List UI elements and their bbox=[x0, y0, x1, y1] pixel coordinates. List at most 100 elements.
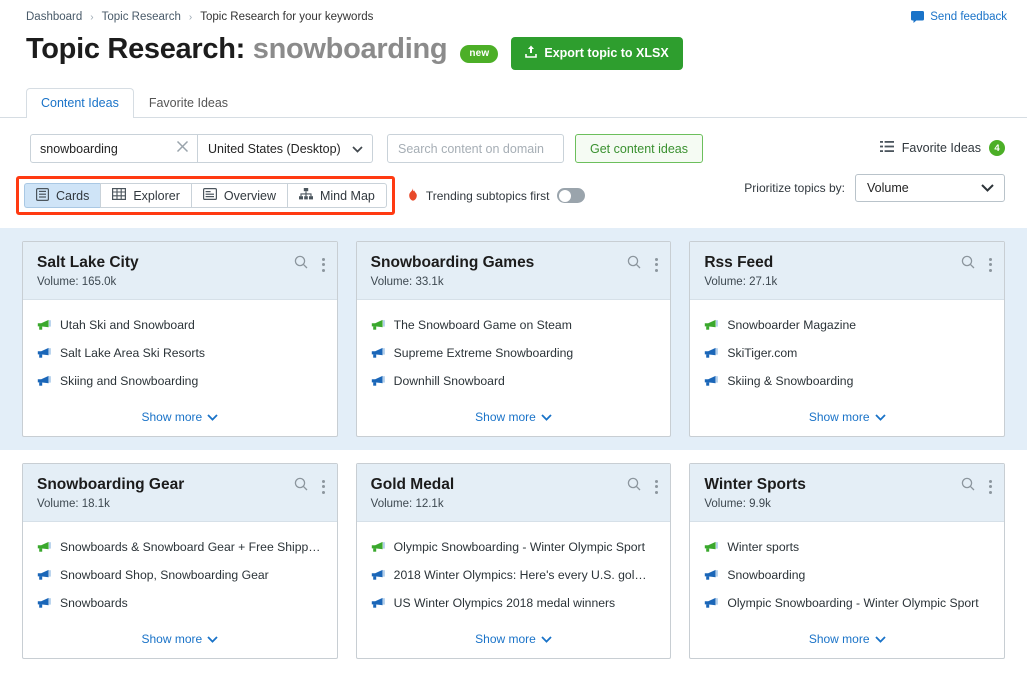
prioritize-select[interactable]: Volume bbox=[855, 174, 1005, 202]
headline-item[interactable]: Skiing & Snowboarding bbox=[704, 374, 991, 390]
card-row: Snowboarding Gear Volume: 18.1k Snowboards… bbox=[0, 450, 1027, 672]
search-icon[interactable] bbox=[961, 477, 975, 496]
headline-item[interactable]: Utah Ski and Snowboard bbox=[37, 318, 324, 334]
show-more-button[interactable]: Show more bbox=[357, 402, 671, 436]
search-icon[interactable] bbox=[294, 255, 308, 274]
domain-search-input[interactable] bbox=[398, 141, 553, 156]
headline-item[interactable]: Supreme Extreme Snowboarding bbox=[371, 346, 658, 362]
topic-card: Gold Medal Volume: 12.1k Olympic Snowboard… bbox=[355, 463, 672, 659]
megaphone-icon bbox=[371, 347, 385, 362]
view-mode-mind-map-label: Mind Map bbox=[319, 188, 375, 203]
clear-icon[interactable] bbox=[176, 140, 189, 158]
headline-item[interactable]: Snowboard Shop, Snowboarding Gear bbox=[37, 568, 324, 584]
page-title-keyword: snowboarding bbox=[252, 33, 448, 65]
headline-text: Skiing & Snowboarding bbox=[727, 374, 854, 388]
more-options-icon[interactable] bbox=[321, 257, 326, 273]
headline-item[interactable]: SkiTiger.com bbox=[704, 346, 991, 362]
chevron-down-icon bbox=[874, 410, 886, 424]
show-more-label: Show more bbox=[475, 410, 536, 424]
view-mode-mind-map[interactable]: Mind Map bbox=[286, 183, 387, 208]
headline-text: Skiing and Snowboarding bbox=[60, 374, 199, 388]
breadcrumb-item-dashboard[interactable]: Dashboard bbox=[26, 11, 82, 23]
search-icon[interactable] bbox=[961, 255, 975, 274]
tab-content-ideas[interactable]: Content Ideas bbox=[26, 88, 134, 118]
headline-text: 2018 Winter Olympics: Here's every U.S. … bbox=[393, 568, 647, 582]
favorite-ideas-link[interactable]: Favorite Ideas 4 bbox=[879, 140, 1005, 156]
more-options-icon[interactable] bbox=[988, 257, 993, 273]
more-options-icon[interactable] bbox=[988, 479, 993, 495]
view-mode-overview[interactable]: Overview bbox=[190, 183, 287, 208]
view-mode-cards[interactable]: Cards bbox=[24, 183, 101, 208]
show-more-label: Show more bbox=[141, 410, 203, 424]
domain-search-wrapper bbox=[387, 134, 564, 163]
show-more-label: Show more bbox=[808, 632, 870, 646]
topic-card: Winter Sports Volume: 9.9k Winter sports Sn… bbox=[689, 463, 1006, 659]
volume-value: 18.1k bbox=[81, 498, 110, 510]
headline-item[interactable]: Skiing and Snowboarding bbox=[37, 374, 324, 390]
more-options-icon[interactable] bbox=[654, 479, 659, 495]
headline-item[interactable]: US Winter Olympics 2018 medal winners bbox=[371, 596, 658, 612]
headline-item[interactable]: The Snowboard Game on Steam bbox=[371, 318, 658, 334]
prioritize-value: Volume bbox=[867, 181, 909, 195]
volume-value: 9.9k bbox=[749, 498, 771, 510]
search-icon[interactable] bbox=[627, 255, 641, 274]
send-feedback-link[interactable]: Send feedback bbox=[911, 11, 1007, 23]
headline-item[interactable]: Snowboarding bbox=[704, 568, 991, 584]
headline-text: The Snowboard Game on Steam bbox=[393, 318, 572, 332]
get-content-ideas-button[interactable]: Get content ideas bbox=[575, 134, 703, 163]
export-topic-button[interactable]: Export topic to XLSX bbox=[511, 37, 683, 70]
headline-text: Supreme Extreme Snowboarding bbox=[393, 346, 574, 360]
headline-item[interactable]: Downhill Snowboard bbox=[371, 374, 658, 390]
headline-text: Snowboarder Magazine bbox=[727, 318, 857, 332]
show-more-button[interactable]: Show more bbox=[357, 624, 671, 658]
volume-value: 33.1k bbox=[415, 276, 444, 288]
megaphone-icon bbox=[37, 347, 51, 362]
overview-icon bbox=[202, 188, 217, 203]
breadcrumb-separator-icon: › bbox=[90, 11, 94, 23]
topic-card-header: Snowboarding Games Volume: 33.1k bbox=[356, 242, 671, 300]
show-more-button[interactable]: Show more bbox=[690, 624, 1004, 658]
keyword-input[interactable] bbox=[40, 141, 176, 156]
trending-subtopics-toggle-group: Trending subtopics first bbox=[408, 187, 586, 204]
topic-card-actions bbox=[961, 255, 993, 274]
feedback-label: Send feedback bbox=[930, 11, 1007, 23]
breadcrumb-separator-icon: › bbox=[188, 11, 193, 23]
new-badge: new bbox=[460, 44, 499, 63]
table-icon bbox=[112, 188, 127, 203]
more-options-icon[interactable] bbox=[654, 257, 659, 273]
chevron-down-icon bbox=[541, 410, 552, 424]
show-more-button[interactable]: Show more bbox=[23, 402, 337, 436]
view-mode-explorer[interactable]: Explorer bbox=[100, 183, 191, 208]
megaphone-icon bbox=[371, 375, 385, 390]
breadcrumb-item-topic-research[interactable]: Topic Research bbox=[102, 11, 181, 23]
headline-item[interactable]: Olympic Snowboarding - Winter Olympic Sp… bbox=[704, 596, 991, 612]
headline-item[interactable]: 2018 Winter Olympics: Here's every U.S. … bbox=[371, 568, 658, 584]
megaphone-icon bbox=[704, 347, 719, 362]
more-options-icon[interactable] bbox=[321, 479, 326, 495]
show-more-button[interactable]: Show more bbox=[690, 402, 1004, 436]
headline-item[interactable]: Olympic Snowboarding - Winter Olympic Sp… bbox=[371, 540, 658, 556]
tab-bar: Content Ideas Favorite Ideas bbox=[0, 87, 1027, 118]
headline-item[interactable]: Snowboards & Snowboard Gear + Free Shipp… bbox=[37, 540, 324, 556]
topic-card-body: The Snowboard Game on Steam Supreme Extre… bbox=[357, 300, 671, 402]
topic-card-body: Winter sports Snowboarding Olympic Snowboa… bbox=[690, 522, 1004, 624]
search-icon[interactable] bbox=[627, 477, 641, 496]
view-mode-overview-label: Overview bbox=[223, 188, 276, 203]
database-select[interactable]: United States (Desktop) bbox=[198, 134, 373, 163]
show-more-button[interactable]: Show more bbox=[23, 624, 337, 658]
headline-item[interactable]: Snowboards bbox=[37, 596, 324, 612]
trending-subtopics-switch[interactable] bbox=[557, 188, 586, 203]
topic-card-body: Utah Ski and Snowboard Salt Lake Area Ski… bbox=[23, 300, 337, 402]
tab-favorite-ideas[interactable]: Favorite Ideas bbox=[134, 88, 243, 118]
page-header: Dashboard › Topic Research › Topic Resea… bbox=[0, 0, 1027, 215]
volume-value: 12.1k bbox=[415, 498, 444, 510]
volume-label: Volume: bbox=[37, 276, 79, 288]
search-icon[interactable] bbox=[294, 477, 308, 496]
headline-item[interactable]: Winter sports bbox=[704, 540, 991, 556]
headline-text: Snowboards bbox=[60, 596, 128, 610]
title-row: Topic Research: snowboarding new Export … bbox=[0, 23, 1027, 70]
view-mode-segmented-control: Cards Explorer Overview Mind Map bbox=[24, 183, 387, 208]
volume-label: Volume: bbox=[37, 498, 79, 510]
headline-item[interactable]: Salt Lake Area Ski Resorts bbox=[37, 346, 324, 362]
headline-item[interactable]: Snowboarder Magazine bbox=[704, 318, 991, 334]
